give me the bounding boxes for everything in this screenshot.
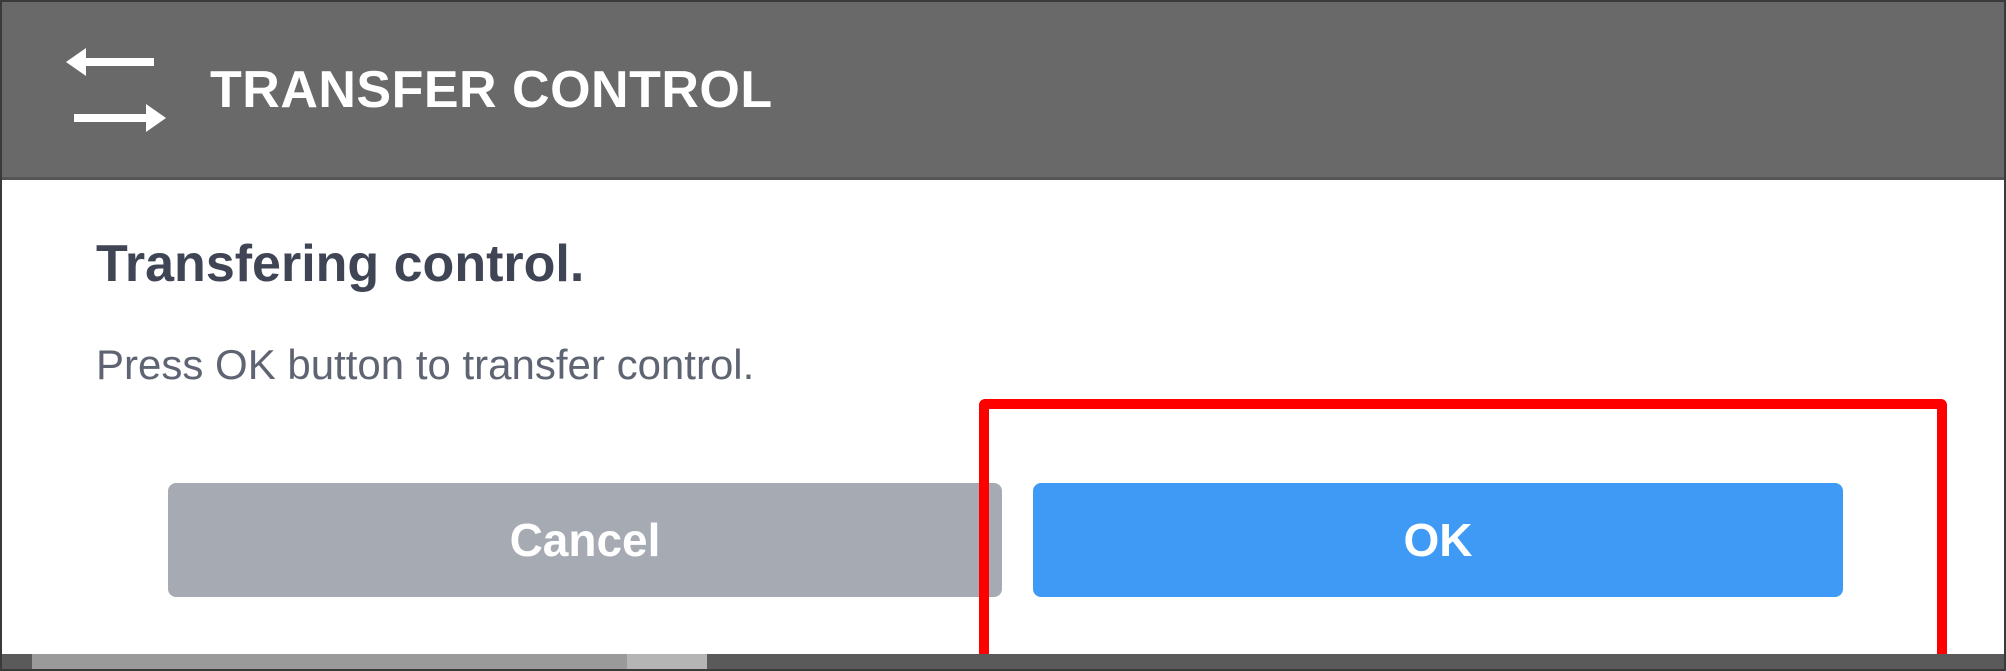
ok-button[interactable]: OK <box>1033 483 1843 597</box>
dialog-header: TRANSFER CONTROL <box>2 2 2004 180</box>
transfer-arrows-icon <box>66 48 166 132</box>
transfer-control-dialog: TRANSFER CONTROL Transfering control. Pr… <box>0 0 2006 671</box>
bottom-strip-segment <box>32 654 632 669</box>
cancel-button-label: Cancel <box>509 514 661 566</box>
bottom-strip-thumb <box>627 654 707 669</box>
cancel-button[interactable]: Cancel <box>168 483 1002 597</box>
ok-button-label: OK <box>1403 514 1473 566</box>
bottom-scroll-strip <box>2 654 2004 669</box>
dialog-title: TRANSFER CONTROL <box>210 61 773 119</box>
dialog-heading: Transfering control. <box>96 235 585 293</box>
dialog-message: Press OK button to transfer control. <box>96 341 755 388</box>
